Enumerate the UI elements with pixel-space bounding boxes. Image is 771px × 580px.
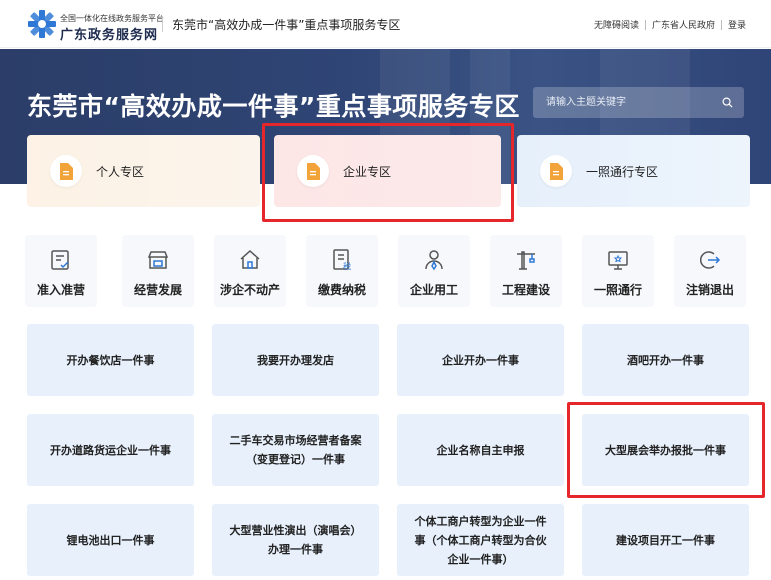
category-label: 工程建设 [501,283,550,297]
service-tile-label: 企业名称自主申报 [436,443,525,457]
service-tile-label-line: 二手车交易市场经营者备案 [229,434,362,447]
exit-icon [699,251,721,269]
header-divider [162,16,163,32]
service-tile-label-line: （变更登记）一件事 [246,453,345,466]
category-employment[interactable]: 企业用工 [398,235,470,307]
category-label: 经营发展 [133,283,182,297]
category-construction[interactable]: 工程建设 [490,235,562,307]
login-link[interactable]: 登录 [728,18,746,31]
service-tile-label: 大型营业性演出（演唱会） 办理一件事 [230,521,362,559]
service-tile-label: 开办道路货运企业一件事 [50,443,171,457]
worker-icon [425,250,443,271]
accessibility-link[interactable]: 无障碍阅读 [594,18,639,31]
zone-personal[interactable]: 个人专区 [27,135,260,207]
checklist-icon [51,250,69,270]
service-tile-label: 锂电池出口一件事 [66,533,155,547]
shop-icon [147,251,169,269]
category-business-development[interactable]: 经营发展 [122,235,194,307]
guangdong-logo-icon[interactable] [27,10,57,38]
category-label: 缴费纳税 [317,283,366,297]
highlight-box-exhibition-tile [567,402,765,498]
banner-title: 东莞市“高效办成一件事”重点事项服务专区 [27,92,520,121]
service-tile-label: 二手车交易市场经营者备案 （变更登记）一件事 [230,431,362,469]
service-tile-label-line: 办理一件事 [268,543,323,556]
zone-personal-label: 个人专区 [96,164,145,179]
tax-document-icon: 税 [333,249,351,271]
link-divider [720,19,722,30]
platform-subtitle: 全国一体化在线政务服务平台 [60,14,164,23]
category-label: 一照通行 [593,283,642,297]
service-tile-label: 开办餐饮店一件事 [66,353,155,367]
service-tile-label: 建设项目开工一件事 [616,533,715,547]
house-icon [240,249,260,269]
service-tile[interactable]: 个体工商户转型为企业一件 事（个体工商户转型为合伙 企业一件事） [397,504,564,576]
service-tile[interactable]: 开办餐饮店一件事 [27,324,194,396]
service-tile-label: 酒吧开办一件事 [627,353,704,367]
service-tile[interactable]: 建设项目开工一件事 [582,504,749,576]
search-icon[interactable] [722,97,733,108]
crane-icon [517,251,535,270]
service-tile[interactable]: 企业名称自主申报 [397,414,564,486]
service-tile-label: 我要开办理发店 [257,353,334,367]
category-label: 准入准营 [36,283,85,297]
site-name[interactable]: 广东政务服务网 [60,24,158,43]
category-label: 涉企不动产 [219,283,280,297]
service-tile[interactable]: 企业开办一件事 [397,324,564,396]
service-tile-label: 企业开办一件事 [442,353,519,367]
svg-text:税: 税 [343,261,351,271]
topic-search-input[interactable] [533,87,744,118]
zone-license-pass[interactable]: 一照通行专区 [517,135,750,207]
province-gov-link[interactable]: 广东省人民政府 [652,18,715,31]
service-tile-label-line: 事（个体工商户转型为合伙 [414,533,547,547]
service-tile-label: 个体工商户转型为企业一件 事（个体工商户转型为合伙 企业一件事） [415,512,547,569]
service-tile[interactable]: 酒吧开办一件事 [582,324,749,396]
service-tile[interactable]: 我要开办理发店 [212,324,379,396]
category-tax-payment[interactable]: 税 缴费纳税 [306,235,378,307]
document-icon [540,155,572,187]
link-divider [644,19,646,30]
highlight-box-enterprise-zone [262,123,514,222]
top-header: 全国一体化在线政务服务平台 广东政务服务网 东莞市“高效办成一件事”重点事项服务… [0,0,771,48]
service-tile-label-line: 个体工商户转型为企业一件 [414,514,547,528]
license-monitor-icon [608,251,628,270]
category-license-pass[interactable]: 一照通行 [582,235,654,307]
service-tile[interactable]: 锂电池出口一件事 [27,504,194,576]
zone-license-pass-label: 一照通行专区 [586,164,659,179]
service-tile[interactable]: 大型营业性演出（演唱会） 办理一件事 [212,504,379,576]
category-label: 企业用工 [409,283,458,297]
service-tile[interactable]: 二手车交易市场经营者备案 （变更登记）一件事 [212,414,379,486]
service-tile-label-line: 企业一件事） [447,552,514,566]
service-tile[interactable]: 开办道路货运企业一件事 [27,414,194,486]
document-icon [50,155,82,187]
category-label: 注销退出 [685,283,734,297]
category-deregistration[interactable]: 注销退出 [674,235,746,307]
service-tile-label-line: 大型营业性演出（演唱会） [229,524,362,537]
category-entry-operation[interactable]: 准入准营 [25,235,97,307]
header-page-title: 东莞市“高效办成一件事”重点事项服务专区 [172,18,401,32]
top-links: 无障碍阅读 广东省人民政府 登录 [594,18,746,31]
category-enterprise-real-estate[interactable]: 涉企不动产 [214,235,286,307]
